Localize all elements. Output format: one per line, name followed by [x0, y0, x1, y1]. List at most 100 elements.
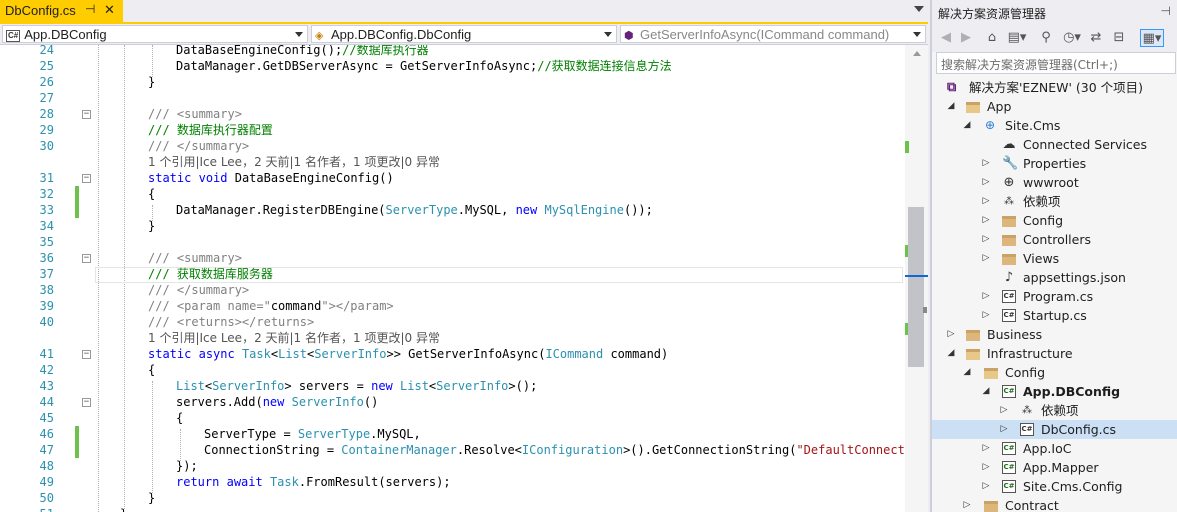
wrench-icon: 🔧: [1002, 156, 1019, 171]
code-editor[interactable]: DbConfig.cs ⊣ ✕ C# App.DBConfig ◈ App.DBCo…: [0, 0, 928, 512]
code-token: servers.Add(: [176, 395, 263, 409]
expanded-arrow-icon[interactable]: ◢: [946, 97, 956, 116]
tree-item-app-mapper[interactable]: ▷ C# App.Mapper: [932, 458, 1177, 477]
tree-item-solution[interactable]: ⧉ 解决方案'EZNEW' (30 个项目): [932, 78, 1177, 97]
pin-icon[interactable]: ⊣: [1161, 4, 1171, 18]
codelens-info[interactable]: 1 个引用|Ice Lee，2 天前|1 名作者，1 项更改|0 异常: [148, 154, 440, 170]
tree-item-dbconfig-dependencies[interactable]: ▷ ⁂ 依赖项: [932, 401, 1177, 420]
collapse-icon[interactable]: −: [82, 110, 91, 119]
tree-item-views[interactable]: ▷ Views: [932, 249, 1177, 268]
code-text: }: [148, 219, 156, 233]
change-marker: [75, 426, 79, 442]
line-number: 35: [39, 235, 54, 249]
pin-icon[interactable]: ⊣: [85, 2, 95, 16]
tree-item-connected-services[interactable]: ☁ Connected Services: [932, 135, 1177, 154]
scroll-up-icon[interactable]: [913, 51, 921, 56]
collapsed-arrow-icon[interactable]: ▷: [999, 420, 1009, 439]
code-token: ());: [623, 203, 653, 217]
tree-item-app[interactable]: ◢ App: [932, 97, 1177, 116]
tree-item-label: Controllers: [1023, 232, 1091, 247]
json-file-icon: ♪: [1004, 270, 1014, 285]
forward-icon[interactable]: ▶: [958, 29, 974, 47]
collapsed-arrow-icon[interactable]: ▷: [981, 211, 991, 230]
collapse-icon[interactable]: −: [82, 254, 91, 263]
method-icon: ⬢: [624, 30, 634, 42]
tree-item-appsettings[interactable]: ♪ appsettings.json: [932, 268, 1177, 287]
collapsed-arrow-icon[interactable]: ▷: [981, 287, 991, 306]
member-dropdown[interactable]: ⬢ GetServerInfoAsync(ICommand command): [620, 25, 926, 43]
history-icon[interactable]: ◷▾: [1060, 29, 1084, 47]
tree-item-wwwroot[interactable]: ▷ ⊕ wwwroot: [932, 173, 1177, 192]
collapse-icon[interactable]: −: [82, 174, 91, 183]
code-token: (): [363, 395, 379, 409]
expanded-arrow-icon[interactable]: ◢: [962, 363, 972, 382]
collapse-icon[interactable]: −: [82, 398, 91, 407]
collapse-icon[interactable]: −: [82, 350, 91, 359]
code-token: DataBaseEngineConfig(): [227, 171, 394, 185]
show-all-files-icon[interactable]: ▦▾: [1140, 29, 1164, 47]
expanded-arrow-icon[interactable]: ◢: [981, 382, 991, 401]
solution-explorer-title: 解决方案资源管理器 ⊣: [932, 0, 1177, 24]
change-marker: [75, 186, 79, 202]
tree-item-app-ioc[interactable]: ▷ C# App.IoC: [932, 439, 1177, 458]
solution-explorer-search-input[interactable]: 搜索解决方案资源管理器(Ctrl+;): [936, 52, 1176, 74]
collapsed-arrow-icon[interactable]: ▷: [981, 192, 991, 211]
tree-item-label: App: [987, 99, 1012, 114]
line-number: 49: [39, 475, 54, 489]
tree-item-label: 依赖项: [1041, 403, 1079, 418]
expanded-arrow-icon[interactable]: ◢: [962, 116, 972, 135]
collapse-all-icon[interactable]: ⊟: [1110, 29, 1128, 47]
keyword-token: new: [371, 379, 393, 393]
scrollbar-thumb[interactable]: [908, 207, 924, 367]
switch-views-icon[interactable]: ▤▾: [1006, 29, 1028, 47]
line-number: 46: [39, 427, 54, 441]
collapsed-arrow-icon[interactable]: ▷: [981, 230, 991, 249]
collapsed-arrow-icon[interactable]: ▷: [981, 306, 991, 325]
tree-item-startup-cs[interactable]: ▷ C# Startup.cs: [932, 306, 1177, 325]
collapsed-arrow-icon[interactable]: ▷: [981, 458, 991, 477]
tab-dbconfig-cs[interactable]: DbConfig.cs ⊣ ✕: [0, 0, 123, 22]
code-line: 36 − /// <summary>: [0, 250, 905, 266]
tree-item-business[interactable]: ▷ Business: [932, 325, 1177, 344]
codelens-info[interactable]: 1 个引用|Ice Lee，2 天前|1 名作者，1 项更改|0 异常: [148, 330, 440, 346]
collapsed-arrow-icon[interactable]: ▷: [981, 249, 991, 268]
type-token: ICommand: [545, 347, 604, 361]
sync-icon[interactable]: ⇄: [1088, 29, 1104, 47]
collapsed-arrow-icon[interactable]: ▷: [981, 154, 991, 173]
type-dropdown[interactable]: ◈ App.DBConfig.DbConfig: [311, 25, 617, 43]
tree-item-dependencies[interactable]: ▷ ⁂ 依赖项: [932, 192, 1177, 211]
caret-position-marker: [905, 275, 928, 277]
tree-item-dbconfig-cs[interactable]: ▷ C# DbConfig.cs: [932, 420, 1177, 439]
tree-item-label: App.Mapper: [1023, 460, 1099, 475]
code-line: 35: [0, 234, 905, 250]
tree-item-properties[interactable]: ▷ 🔧 Properties: [932, 154, 1177, 173]
back-icon[interactable]: ◀: [938, 29, 954, 47]
tree-item-program-cs[interactable]: ▷ C# Program.cs: [932, 287, 1177, 306]
tree-item-infrastructure[interactable]: ◢ Infrastructure: [932, 344, 1177, 363]
close-icon[interactable]: ✕: [104, 2, 115, 18]
tree-item-config[interactable]: ▷ Config: [932, 211, 1177, 230]
tree-item-site-cms[interactable]: ◢ ⊕ Site.Cms: [932, 116, 1177, 135]
collapsed-arrow-icon[interactable]: ▷: [981, 173, 991, 192]
tree-item-contract[interactable]: ▷ Contract: [932, 496, 1177, 512]
project-dropdown[interactable]: C# App.DBConfig: [2, 25, 308, 43]
project-dropdown-value: App.DBConfig: [24, 27, 107, 42]
collapsed-arrow-icon[interactable]: ▷: [946, 325, 956, 344]
tree-item-app-dbconfig[interactable]: ◢ C# App.DBConfig: [932, 382, 1177, 401]
collapsed-arrow-icon[interactable]: ▷: [999, 401, 1009, 420]
tree-item-controllers[interactable]: ▷ Controllers: [932, 230, 1177, 249]
home-icon[interactable]: ⌂: [984, 29, 1000, 47]
collapsed-arrow-icon[interactable]: ▷: [962, 496, 972, 512]
tree-item-label: Connected Services: [1023, 137, 1147, 152]
pending-changes-icon[interactable]: ⚲: [1036, 29, 1056, 47]
line-number: 32: [39, 187, 54, 201]
tree-item-site-cms-config[interactable]: ▷ C# Site.Cms.Config: [932, 477, 1177, 496]
expanded-arrow-icon[interactable]: ◢: [946, 344, 956, 363]
code-text-area[interactable]: 24 DataBaseEngineConfig();//数据库执行器 25 Da…: [0, 45, 905, 512]
vertical-scrollbar[interactable]: [905, 45, 928, 512]
collapsed-arrow-icon[interactable]: ▷: [981, 477, 991, 496]
collapsed-arrow-icon[interactable]: ▷: [981, 439, 991, 458]
splitter-handle[interactable]: [923, 307, 927, 313]
chevron-down-icon[interactable]: [914, 6, 924, 12]
tree-item-infra-config[interactable]: ◢ Config: [932, 363, 1177, 382]
